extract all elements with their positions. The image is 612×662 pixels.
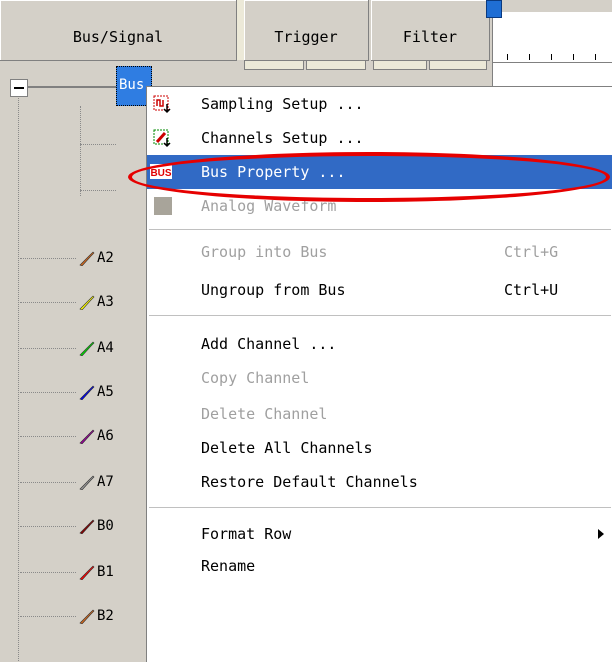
menu-item-label: Channels Setup ...: [201, 129, 364, 147]
probe-icon: [79, 429, 95, 444]
tree-connector: [20, 482, 76, 483]
channel-label: B0: [97, 518, 114, 534]
bus-line: [28, 86, 116, 88]
cursor-marker-icon[interactable]: [486, 0, 502, 18]
menu-item-group-into-bus[interactable]: Group into Bus Ctrl+G: [147, 235, 612, 269]
menu-item-label: Analog Waveform: [201, 197, 337, 215]
submenu-arrow-icon: [598, 529, 604, 539]
channel-label: A3: [97, 294, 114, 310]
probe-icon: [79, 519, 95, 534]
filter-cell-2[interactable]: [429, 60, 487, 70]
menu-item-shortcut: Ctrl+G: [504, 243, 559, 261]
probe-icon: [79, 251, 95, 266]
menu-item-bus-property[interactable]: BUS Bus Property ...: [147, 155, 612, 189]
menu-item-label: Delete All Channels: [201, 439, 373, 457]
probe-icon: [79, 385, 95, 400]
menu-item-rename[interactable]: Rename: [147, 549, 612, 583]
probe-icon: [79, 341, 95, 356]
bus-signal-header-label: Bus/Signal: [72, 28, 164, 46]
tree-connector: [80, 106, 81, 196]
channel-label: A2: [97, 250, 114, 266]
channel-label: B1: [97, 564, 114, 580]
probe-icon: [79, 295, 95, 310]
filter-cell[interactable]: [373, 60, 427, 70]
menu-separator: [149, 507, 611, 508]
waveform-area[interactable]: [492, 62, 612, 88]
tree-connector: [20, 526, 76, 527]
menu-item-format-row[interactable]: Format Row: [147, 517, 612, 551]
menu-item-delete-channel[interactable]: Delete Channel: [147, 397, 612, 431]
channel-label: B2: [97, 608, 114, 624]
signal-tree: Bus A2 A3 A4 A5 A6 A7 B0 B1 B2: [0, 62, 152, 661]
tree-connector: [20, 392, 76, 393]
filter-column-header[interactable]: Filter: [371, 0, 490, 61]
channel-label: A4: [97, 340, 114, 356]
menu-item-label: Group into Bus: [201, 243, 328, 261]
analog-waveform-icon: [154, 197, 172, 215]
menu-item-label: Format Row: [201, 525, 292, 543]
tree-connector: [20, 436, 76, 437]
channel-label: A7: [97, 474, 114, 490]
tree-connector: [18, 96, 19, 661]
context-menu: Sampling Setup ... Channels Setup ... BU…: [146, 86, 612, 662]
menu-item-sampling-setup[interactable]: Sampling Setup ...: [147, 87, 612, 121]
tree-connector: [20, 348, 76, 349]
menu-item-label: Ungroup from Bus: [201, 281, 346, 299]
tree-connector: [20, 572, 76, 573]
sampling-setup-icon: [153, 95, 171, 114]
menu-item-label: Sampling Setup ...: [201, 95, 364, 113]
menu-item-add-channel[interactable]: Add Channel ...: [147, 327, 612, 361]
menu-item-ungroup-from-bus[interactable]: Ungroup from Bus Ctrl+U: [147, 273, 612, 307]
probe-icon: [79, 475, 95, 490]
timeline-ruler-top: [492, 0, 612, 12]
bus-icon: BUS: [150, 164, 172, 179]
tree-connector: [20, 258, 76, 259]
channels-setup-icon: [153, 129, 171, 148]
menu-item-channels-setup[interactable]: Channels Setup ...: [147, 121, 612, 155]
probe-icon: [79, 609, 95, 624]
menu-item-label: Copy Channel: [201, 369, 310, 387]
channel-label: A6: [97, 428, 114, 444]
menu-item-label: Add Channel ...: [201, 335, 337, 353]
svg-text:BUS: BUS: [150, 168, 171, 179]
tree-connector: [20, 302, 76, 303]
filter-header-label: Filter: [402, 28, 458, 46]
timeline-ruler[interactable]: [492, 12, 612, 62]
probe-icon: [79, 565, 95, 580]
tree-connector: [80, 190, 116, 191]
bus-node-label: Bus: [119, 77, 145, 93]
menu-item-analog-waveform[interactable]: Analog Waveform: [147, 189, 612, 223]
header-divider: [237, 0, 244, 60]
tree-connector: [20, 616, 76, 617]
collapse-toggle-icon[interactable]: [10, 79, 28, 97]
menu-item-delete-all-channels[interactable]: Delete All Channels: [147, 431, 612, 465]
menu-item-label: Restore Default Channels: [201, 473, 418, 491]
trigger-cell[interactable]: [244, 60, 304, 70]
tree-connector: [80, 144, 116, 145]
trigger-cell-2[interactable]: [306, 60, 366, 70]
menu-separator: [149, 229, 611, 230]
menu-item-copy-channel[interactable]: Copy Channel: [147, 361, 612, 395]
menu-separator: [149, 315, 611, 316]
menu-item-label: Rename: [201, 557, 256, 575]
menu-item-label: Bus Property ...: [201, 163, 346, 181]
menu-item-restore-default-channels[interactable]: Restore Default Channels: [147, 465, 612, 499]
channel-label: A5: [97, 384, 114, 400]
trigger-header-label: Trigger: [274, 28, 338, 46]
bus-signal-column-header[interactable]: Bus/Signal: [0, 0, 237, 61]
menu-item-label: Delete Channel: [201, 405, 328, 423]
trigger-column-header[interactable]: Trigger: [244, 0, 369, 61]
menu-item-shortcut: Ctrl+U: [504, 281, 559, 299]
